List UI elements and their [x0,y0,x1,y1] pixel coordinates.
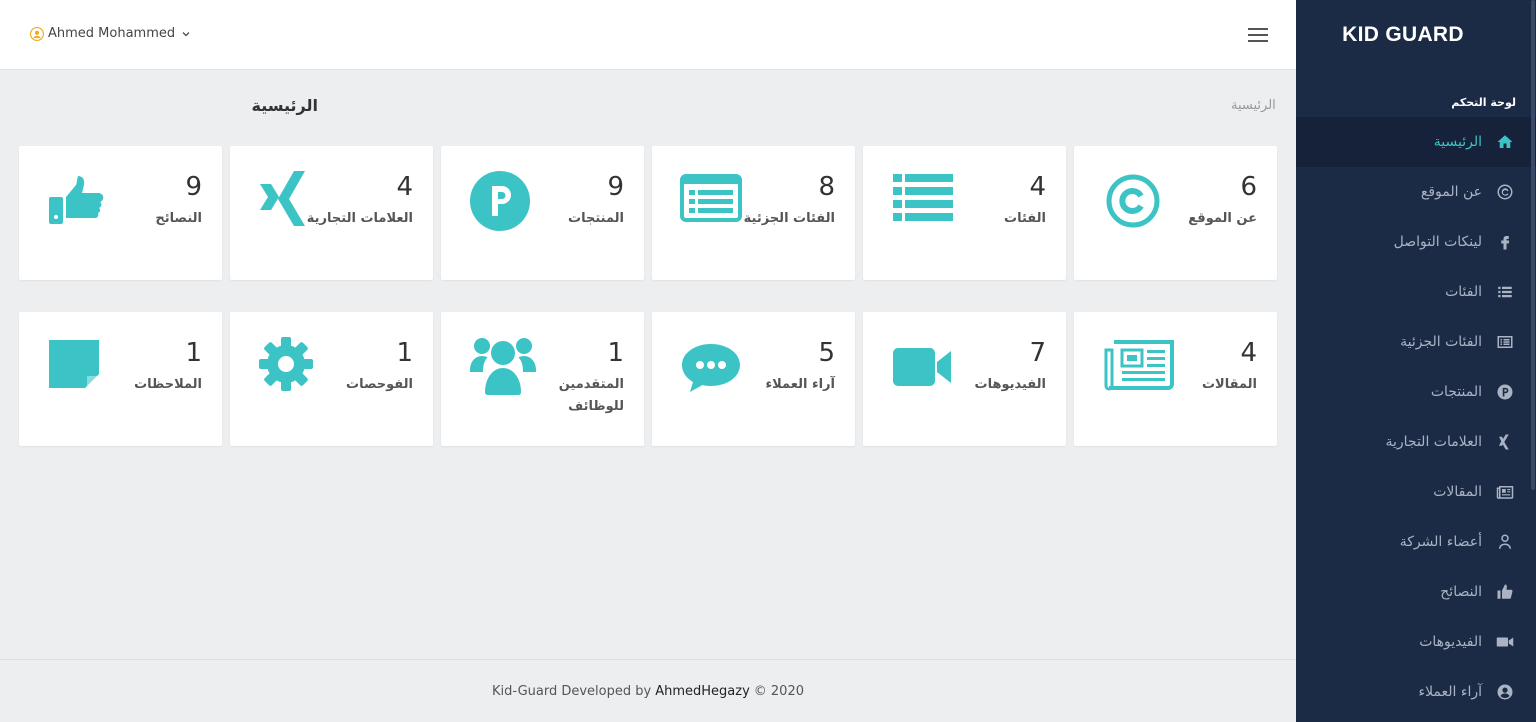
card-count: 7 [1029,338,1046,368]
product-p-icon [469,170,531,232]
sidebar-item-label: العلامات التجارية [1385,434,1482,450]
sidebar-item-label: المقالات [1433,484,1482,500]
sidebar-scrollbar[interactable] [1531,0,1535,490]
sidebar-item-label: الرئيسية [1433,134,1482,150]
sidebar-item-label: الفئات الجزئية [1400,334,1482,350]
list-icon [891,170,953,232]
sidebar-item-label: لينكات التواصل [1393,234,1482,250]
card-count: 9 [185,172,202,202]
sidebar-item-categories[interactable]: الفئات [1296,267,1536,317]
home-icon [1496,133,1514,151]
card-count: 4 [1240,338,1257,368]
card-count: 4 [396,172,413,202]
list-alt-icon [680,170,742,232]
card-count: 8 [818,172,835,202]
list-alt-icon [1496,333,1514,351]
brand-text[interactable]: KID GUARD [1342,23,1464,47]
sidebar-item-label: آراء العملاء [1418,684,1482,700]
sidebar-item-articles[interactable]: المقالات [1296,467,1536,517]
sidebar-item-label: النصائح [1440,584,1482,600]
card-count: 4 [1029,172,1046,202]
sidebar-item-tips[interactable]: النصائح [1296,567,1536,617]
stat-card-notes[interactable]: 1 الملاحظات [19,312,222,446]
sidebar-item-social-links[interactable]: لينكات التواصل [1296,217,1536,267]
sidebar-item-subcategories[interactable]: الفئات الجزئية [1296,317,1536,367]
card-count: 5 [818,338,835,368]
footer: Kid-Guard Developed by AhmedHegazy © 202… [0,659,1296,722]
thumbs-up-icon [47,170,109,232]
sidebar-item-label: الفيديوهات [1419,634,1482,650]
user-avatar-icon [30,26,44,41]
stat-card-products[interactable]: 9 المنتجات [441,146,644,280]
card-count: 1 [185,338,202,368]
sidebar-item-home[interactable]: الرئيسية [1296,117,1536,167]
facebook-icon [1496,233,1514,251]
xing-icon [258,170,320,232]
sidebar-menu: الرئيسية عن الموقع لينكات التواصل الفئات… [1296,117,1536,717]
sidebar-item-brands[interactable]: العلامات التجارية [1296,417,1536,467]
sidebar-item-products[interactable]: المنتجات [1296,367,1536,417]
stat-card-categories[interactable]: 4 الفئات [863,146,1066,280]
users-icon [469,334,537,396]
stat-card-tips[interactable]: 9 النصائح [19,146,222,280]
sidebar-item-testimonials[interactable]: آراء العملاء [1296,667,1536,717]
chevron-down-icon [182,31,190,36]
comment-icon [680,336,742,398]
sidebar-item-videos[interactable]: الفيديوهات [1296,617,1536,667]
user-menu[interactable]: Ahmed Mohammed [30,26,191,41]
stat-card-about[interactable]: 6 عن الموقع [1074,146,1277,280]
sidebar-item-label: عن الموقع [1420,184,1482,200]
card-count: 1 [396,338,413,368]
sidebar-item-about[interactable]: عن الموقع [1296,167,1536,217]
list-icon [1496,283,1514,301]
thumbs-up-icon [1496,583,1514,601]
user-name: Ahmed Mohammed [48,26,176,41]
card-count: 1 [607,338,624,368]
product-p-icon [1496,383,1514,401]
sticky-note-icon [47,336,109,398]
menu-toggle-icon[interactable] [1248,28,1268,42]
card-count: 6 [1240,172,1257,202]
gear-icon [258,336,320,398]
footer-prefix: Kid-Guard Developed by [492,683,652,699]
sidebar: KID GUARD لوحة التحكم الرئيسية عن الموقع… [1296,0,1536,722]
user-icon [1496,533,1514,551]
page-title: الرئيسية [251,96,319,115]
sidebar-item-label: أعضاء الشركة [1399,534,1482,550]
brand-logo[interactable]: KID GUARD [1296,0,1536,70]
stat-card-videos[interactable]: 7 الفيديوهات [863,312,1066,446]
stat-card-job-applicants[interactable]: 1 المتقدمين للوظائف [441,312,644,446]
footer-author-link[interactable]: AhmedHegazy [655,684,750,699]
breadcrumb[interactable]: الرئيسية [1231,98,1276,113]
footer-copyright: © 2020 [753,683,804,699]
stat-card-articles[interactable]: 4 المقالات [1074,312,1277,446]
video-icon [1496,633,1514,651]
card-count: 9 [607,172,624,202]
copyright-icon [1102,170,1164,232]
stat-card-brands[interactable]: 4 العلامات التجارية [230,146,433,280]
user-circle-icon [1496,683,1514,701]
xing-icon [1496,433,1514,451]
sidebar-header: لوحة التحكم [1451,96,1516,109]
copyright-icon [1496,183,1514,201]
video-icon [891,336,953,398]
newspaper-icon [1104,336,1174,398]
newspaper-icon [1496,483,1514,501]
stat-card-testimonials[interactable]: 5 آراء العملاء [652,312,855,446]
stat-card-checkups[interactable]: 1 الفوحصات [230,312,433,446]
sidebar-item-label: الفئات [1445,284,1482,300]
sidebar-item-label: المنتجات [1430,384,1482,400]
stat-card-subcategories[interactable]: 8 الفئات الجزئية [652,146,855,280]
top-navbar: Ahmed Mohammed [0,0,1296,70]
sidebar-item-company-members[interactable]: أعضاء الشركة [1296,517,1536,567]
